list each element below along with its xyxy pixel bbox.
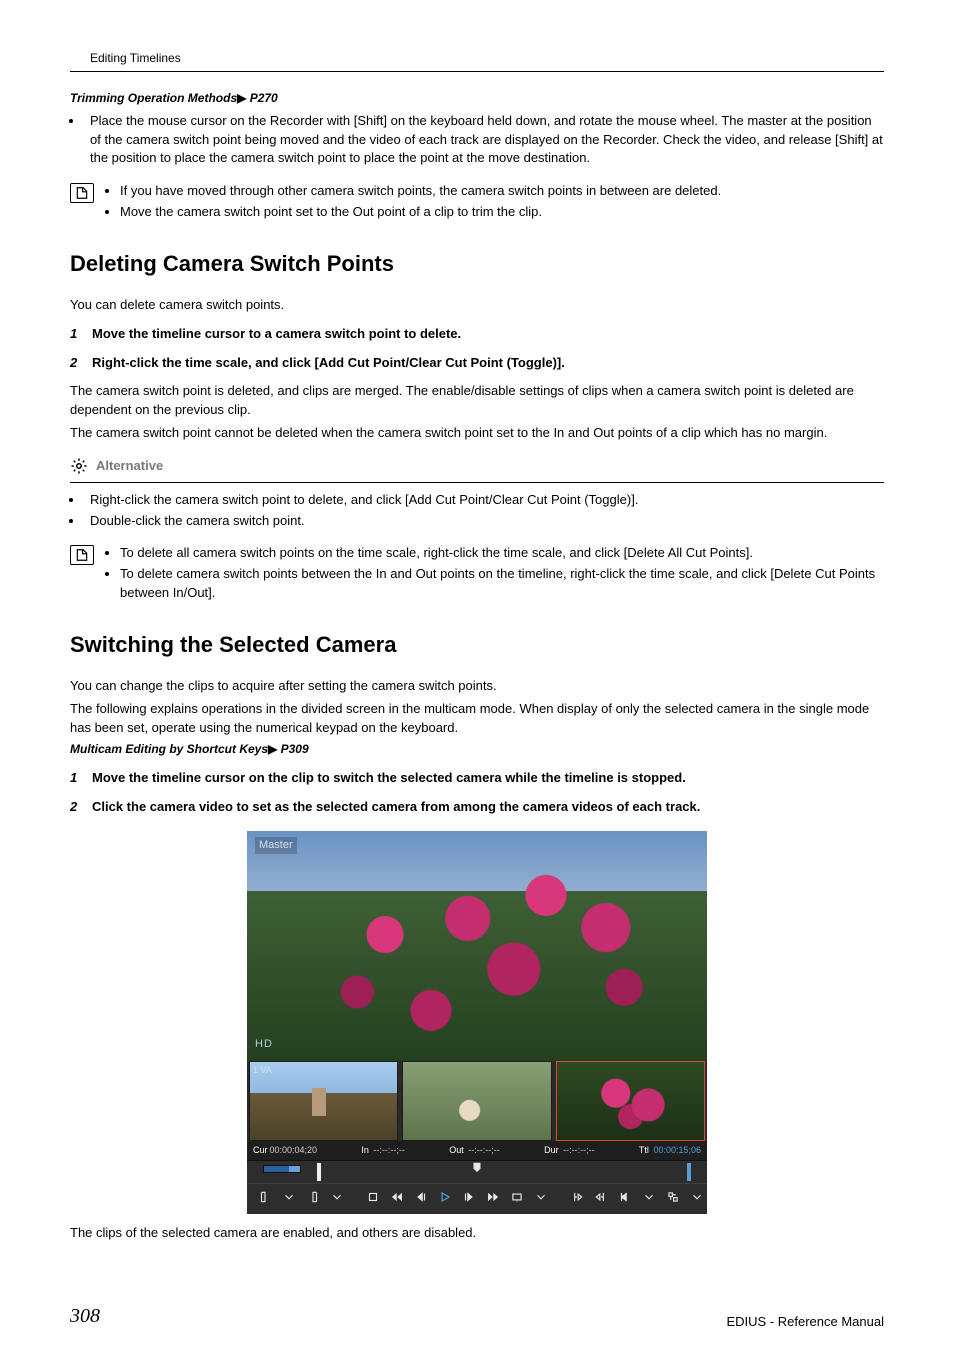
play-icon[interactable] <box>437 1190 453 1204</box>
alt-rule <box>70 482 884 483</box>
tc-ttl-label: Ttl <box>639 1145 649 1155</box>
slider-marker-icon <box>470 1161 484 1181</box>
tc-in-value: --:--:--;-- <box>373 1145 404 1155</box>
page-number: 308 <box>70 1302 100 1331</box>
step-num: 2 <box>70 798 92 817</box>
step-1-text: Move the timeline cursor to a camera swi… <box>92 325 884 344</box>
note-icon <box>70 183 94 203</box>
page-header: Editing Timelines <box>70 50 884 72</box>
section-delete-title: Deleting Camera Switch Points <box>70 248 884 280</box>
note2-item-1: To delete all camera switch points on th… <box>120 544 884 563</box>
section-delete-lead: You can delete camera switch points. <box>70 296 884 315</box>
master-label: Master <box>255 837 297 855</box>
tc-out-value: --:--:--;-- <box>468 1145 499 1155</box>
note-block-1: If you have moved through other camera s… <box>70 182 884 224</box>
crossref-trimming[interactable]: Trimming Operation Methods▶ P270 <box>70 90 884 107</box>
slider-end-marker <box>687 1163 691 1181</box>
section-switch-title: Switching the Selected Camera <box>70 629 884 661</box>
tc-in-label: In <box>361 1145 369 1155</box>
position-slider[interactable] <box>247 1160 707 1183</box>
note-icon <box>70 545 94 565</box>
step-num: 1 <box>70 325 92 344</box>
step-2: 2 Right-click the time scale, and click … <box>70 354 884 373</box>
camera-thumb-3-selected[interactable] <box>556 1061 705 1141</box>
crossref-page: P270 <box>250 91 278 105</box>
alt-bullet-1: Right-click the camera switch point to d… <box>84 491 884 510</box>
chevron-down-icon[interactable] <box>689 1190 705 1204</box>
camera-thumb-2[interactable] <box>402 1061 551 1141</box>
tc-cur-label: Cur <box>253 1145 268 1155</box>
player-controls <box>247 1183 707 1214</box>
prev-frame-icon[interactable] <box>413 1190 429 1204</box>
set-in-icon[interactable] <box>257 1190 273 1204</box>
next-frame-icon[interactable] <box>461 1190 477 1204</box>
crossref-text: Trimming Operation Methods <box>70 91 237 105</box>
section-switch-lead1: You can change the clips to acquire afte… <box>70 677 884 696</box>
tc-dur-label: Dur <box>544 1145 559 1155</box>
slider-handle[interactable] <box>317 1163 321 1181</box>
prev-edit-icon[interactable] <box>569 1190 585 1204</box>
intro-bullet-1: Place the mouse cursor on the Recorder w… <box>84 112 884 169</box>
jump-start-icon[interactable] <box>617 1190 633 1204</box>
crossref-text: Multicam Editing by Shortcut Keys <box>70 742 268 756</box>
crossref-page: P309 <box>281 742 309 756</box>
tc-dur-value: --:--:--;-- <box>563 1145 594 1155</box>
arrow-icon: ▶ <box>237 91 246 105</box>
camera-thumbnails: 1 VA <box>247 1061 707 1141</box>
section-delete-post2: The camera switch point cannot be delete… <box>70 424 884 443</box>
export-icon[interactable] <box>665 1190 681 1204</box>
switch-step-2-text: Click the camera video to set as the sel… <box>92 798 884 817</box>
note-block-2: To delete all camera switch points on th… <box>70 544 884 605</box>
tc-out-label: Out <box>449 1145 464 1155</box>
slider-progress <box>263 1165 301 1173</box>
doc-title: EDIUS - Reference Manual <box>726 1313 884 1332</box>
switch-step-1-text: Move the timeline cursor on the clip to … <box>92 769 884 788</box>
chevron-down-icon[interactable] <box>641 1190 657 1204</box>
alternative-heading: Alternative <box>70 457 884 476</box>
loop-icon[interactable] <box>509 1190 525 1204</box>
section-delete-post1: The camera switch point is deleted, and … <box>70 382 884 420</box>
note2-item-2: To delete camera switch points between t… <box>120 565 884 603</box>
set-out-icon[interactable] <box>305 1190 321 1204</box>
chevron-down-icon[interactable] <box>533 1190 549 1204</box>
chevron-down-icon[interactable] <box>329 1190 345 1204</box>
camera-thumb-1[interactable]: 1 VA <box>249 1061 398 1141</box>
after-figure-text: The clips of the selected camera are ena… <box>70 1224 884 1243</box>
tc-ttl-value: 00:00:15;06 <box>653 1145 701 1155</box>
rewind-icon[interactable] <box>389 1190 405 1204</box>
switch-step-2: 2 Click the camera video to set as the s… <box>70 798 884 817</box>
tc-cur-value: 00:00:04;20 <box>270 1145 318 1155</box>
next-edit-icon[interactable] <box>593 1190 609 1204</box>
breadcrumb: Editing Timelines <box>90 51 181 65</box>
step-num: 2 <box>70 354 92 373</box>
stop-icon[interactable] <box>365 1190 381 1204</box>
switch-step-1: 1 Move the timeline cursor on the clip t… <box>70 769 884 788</box>
page-footer: 308 EDIUS - Reference Manual <box>70 1302 884 1331</box>
section-switch-lead2: The following explains operations in the… <box>70 700 884 738</box>
step-2-text: Right-click the time scale, and click [A… <box>92 354 884 373</box>
gear-icon <box>70 457 88 475</box>
step-1: 1 Move the timeline cursor to a camera s… <box>70 325 884 344</box>
multicam-figure: Master HD 1 VA Cur00:00:04;20 In --:--:-… <box>247 831 707 1214</box>
thumb-label: 1 VA <box>253 1064 272 1077</box>
crossref-multicam[interactable]: Multicam Editing by Shortcut Keys▶ P309 <box>70 741 884 758</box>
alt-bullets: Right-click the camera switch point to d… <box>70 491 884 531</box>
alternative-label: Alternative <box>96 457 163 476</box>
arrow-icon: ▶ <box>268 742 277 756</box>
fast-forward-icon[interactable] <box>485 1190 501 1204</box>
master-view[interactable]: Master HD <box>247 831 707 1061</box>
hd-mark: HD <box>255 1037 273 1053</box>
timecode-bar: Cur00:00:04;20 In --:--:--;-- Out --:--:… <box>247 1141 707 1160</box>
note1-item-2: Move the camera switch point set to the … <box>120 203 884 222</box>
note1-item-1: If you have moved through other camera s… <box>120 182 884 201</box>
alt-bullet-2: Double-click the camera switch point. <box>84 512 884 531</box>
step-num: 1 <box>70 769 92 788</box>
intro-bullets: Place the mouse cursor on the Recorder w… <box>70 112 884 169</box>
chevron-down-icon[interactable] <box>281 1190 297 1204</box>
